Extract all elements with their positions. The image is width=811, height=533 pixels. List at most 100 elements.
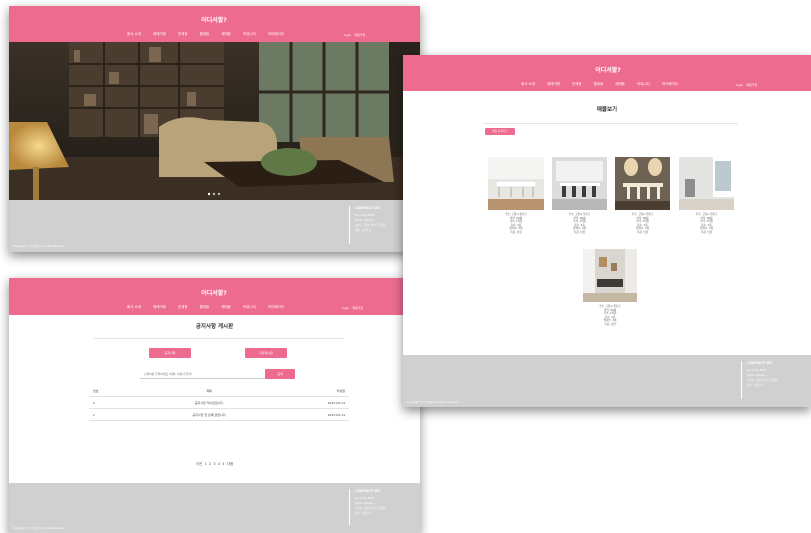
copyright: Copyright ⓒ 어디서팔? All rights reserved. [13, 527, 65, 530]
board-title: 공지사항 게시판 [195, 324, 234, 330]
nav-item[interactable]: 마이페이지 [268, 305, 284, 310]
contact-title: CONTACT US [747, 361, 772, 365]
listing-photo [583, 249, 637, 302]
signup-link[interactable]: 회원가입 [352, 306, 363, 310]
footer-contact: CONTACT US Tel. 1234-5678 Email. Hello@.… [747, 361, 778, 388]
nav-item[interactable]: 커뮤니티 [637, 82, 650, 87]
listing-page-screenshot: 어디서팔? 회사 소개 매매거래 전세등 월세등 매매등 커뮤니티 마이페이지 … [403, 55, 811, 407]
nav-item[interactable]: 매매등 [221, 305, 231, 310]
listing-meta: 주소. 고양시 일산구 면적. 00평 가격. 1억원 층수. 3층 방개수. … [583, 305, 637, 327]
site-header: 어디서팔? 회사 소개 매매거래 전세등 월세등 매매등 커뮤니티 마이페이지 … [403, 55, 811, 91]
row-title[interactable]: 공지사항 첫 번째 글입니다 [117, 408, 301, 421]
nav-item[interactable]: 회사 소개 [521, 82, 535, 87]
contact-line: 대표. 김부동산 [747, 384, 763, 387]
site-footer: CONTACT US Tel. 1234-5678 Email. Hello@.… [9, 200, 420, 252]
site-logo[interactable]: 어디서팔? [201, 288, 227, 297]
row-no: 1 [89, 408, 117, 421]
nav-item[interactable]: 커뮤니티 [243, 305, 256, 310]
auth-links: login 회원가입 [342, 306, 363, 310]
nav-item[interactable]: 월세등 [200, 305, 210, 310]
auth-links: login 회원가입 [344, 33, 365, 37]
copyright: Copyright ⓒ 어디서팔? All rights reserved. [407, 401, 459, 404]
table-row[interactable]: 2 공지사항 게시판입니다 2023-09-14 [89, 396, 349, 409]
nav-item[interactable]: 회사 소개 [127, 32, 141, 37]
listing-photo [552, 157, 607, 210]
login-link[interactable]: login [344, 33, 351, 37]
row-no: 2 [89, 396, 117, 409]
row-date: 2023-09-14 [301, 396, 349, 409]
site-footer: CONTACT US Tel. 1234-5678 Email. Hello@.… [403, 355, 811, 407]
title-underline [94, 338, 344, 339]
listing-meta: 주소. 고양시 일산구 면적. 00평 가격. 1억원 층수. 3층 방개수. … [615, 213, 670, 235]
listing-photo [679, 157, 734, 210]
col-date: 작성일 [301, 385, 349, 397]
site-header: 어디서팔? 회사 소개 매매거래 전세등 월세등 매매등 커뮤니티 마이페이지 … [9, 6, 420, 42]
listing-card[interactable] [488, 157, 544, 210]
contact-title: CONTACT US [355, 489, 380, 493]
meta-line: 특징. 남향 [700, 230, 713, 234]
listing-card[interactable] [615, 157, 670, 210]
row-date: 2023-09-14 [301, 408, 349, 421]
nav-item[interactable]: 회사 소개 [127, 305, 141, 310]
meta-line: 특징. 남향 [604, 322, 616, 326]
login-link[interactable]: login [342, 306, 349, 310]
nav-item[interactable]: 매매등 [615, 82, 625, 87]
nav-item[interactable]: 전세등 [572, 82, 582, 87]
main-nav: 회사 소개 매매거래 전세등 월세등 매매등 커뮤니티 마이페이지 [127, 305, 284, 310]
table-row[interactable]: 1 공지사항 첫 번째 글입니다 2023-09-14 [89, 408, 349, 421]
search-button[interactable]: 검색 [265, 369, 295, 379]
nav-item[interactable]: 매매거래 [547, 82, 560, 87]
main-nav: 회사 소개 매매거래 전세등 월세등 매매등 커뮤니티 마이페이지 [521, 82, 678, 87]
nav-item[interactable]: 매매거래 [153, 305, 166, 310]
footer-divider [349, 206, 350, 244]
main-nav: 회사 소개 매매거래 전세등 월세등 매매등 커뮤니티 마이페이지 [127, 32, 284, 37]
nav-item[interactable]: 월세등 [594, 82, 604, 87]
listing-title: 매물보기 [596, 107, 618, 113]
nav-item[interactable]: 월세등 [200, 32, 210, 37]
listing-card[interactable] [679, 157, 734, 210]
listing-photo [488, 157, 544, 210]
col-no: 번호 [89, 385, 117, 397]
footer-contact: CONTACT US Tel. 1234-5678 Email. Hello@.… [355, 206, 386, 233]
pagination[interactable]: 이전 1 2 3 4 5 다음 [9, 462, 420, 467]
site-logo[interactable]: 어디서팔? [595, 65, 621, 74]
listing-meta: 주소. 고양시 일산구 면적. 00평 가격. 1억원 층수. 3층 방개수. … [488, 213, 544, 235]
nav-item[interactable]: 매매등 [221, 32, 231, 37]
meta-line: 특징. 남향 [510, 230, 522, 234]
free-board-tab-button[interactable]: 자유게시판 [245, 348, 287, 358]
notice-tab-button[interactable]: 공지사항 [149, 348, 191, 358]
board-page-screenshot: 어디서팔? 회사 소개 매매거래 전세등 월세등 매매등 커뮤니티 마이페이지 … [9, 278, 420, 533]
auth-links: login 회원가입 [736, 83, 757, 87]
listing-card[interactable] [583, 249, 637, 302]
living-room-photo [9, 42, 420, 200]
listing-meta: 주소. 고양시 일산구 면적. 00평 가격. 1억원 층수. 3층 방개수. … [679, 213, 734, 235]
footer-contact: CONTACT US Tel. 1234-5678 Email. Hello@.… [355, 489, 386, 516]
home-page-screenshot: 어디서팔? 회사 소개 매매거래 전세등 월세등 매매등 커뮤니티 마이페이지 … [9, 6, 420, 252]
listing-card[interactable] [552, 157, 607, 210]
meta-line: 특징. 남향 [573, 230, 586, 234]
contact-line: 대표. 김부동산 [355, 512, 371, 515]
site-logo[interactable]: 어디서팔? [201, 15, 227, 24]
nav-item[interactable]: 마이페이지 [268, 32, 284, 37]
nav-item[interactable]: 전세등 [178, 32, 188, 37]
table-header: 번호 제목 작성일 [89, 385, 349, 397]
signup-link[interactable]: 회원가입 [354, 33, 365, 37]
col-title: 제목 [117, 385, 301, 397]
row-title[interactable]: 공지사항 게시판입니다 [117, 396, 301, 409]
contact-line: 대표. 김부동산 [355, 229, 371, 232]
nav-item[interactable]: 마이페이지 [662, 82, 678, 87]
footer-divider [349, 489, 350, 525]
nav-item[interactable]: 매매거래 [153, 32, 166, 37]
contact-title: CONTACT US [355, 206, 380, 210]
nav-item[interactable]: 전세등 [178, 305, 188, 310]
site-header: 어디서팔? 회사 소개 매매거래 전세등 월세등 매매등 커뮤니티 마이페이지 … [9, 278, 420, 315]
listing-photo [615, 157, 670, 210]
search-input[interactable]: 검색어를 입력하세요 (제목, 작성자 입력) [140, 370, 268, 379]
login-link[interactable]: login [736, 83, 743, 87]
footer-divider [741, 361, 742, 399]
register-listing-button[interactable]: 매물 등록하기 [485, 128, 515, 135]
nav-item[interactable]: 커뮤니티 [243, 32, 256, 37]
signup-link[interactable]: 회원가입 [746, 83, 757, 87]
listing-meta: 주소. 고양시 일산구 면적. 00평 가격. 1억원 층수. 3층 방개수. … [552, 213, 607, 235]
title-underline [483, 123, 738, 124]
